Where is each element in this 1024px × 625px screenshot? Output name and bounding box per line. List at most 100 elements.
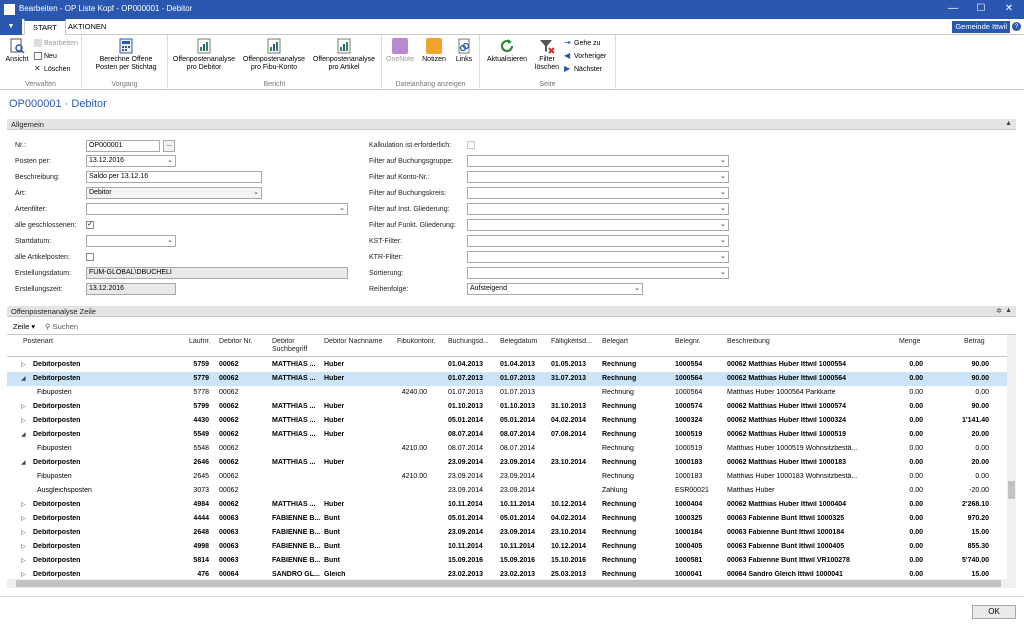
expand-icon[interactable]: ▷ (21, 403, 26, 410)
filter-funkt-field[interactable]: ⌄ (467, 219, 729, 231)
expand-icon[interactable]: ▷ (21, 571, 26, 578)
expand-icon[interactable]: ▷ (21, 501, 26, 508)
art-select[interactable]: Debitor ⌄ (86, 187, 262, 199)
col-betrag[interactable]: Betrag (964, 338, 985, 346)
report-artikel-button[interactable]: Offenpostenanalyse pro Artikel (310, 38, 378, 72)
berechne-button[interactable]: Berechne Offene Posten per Stichtag (90, 38, 162, 72)
filter-loeschen-button[interactable]: Filter löschen (532, 38, 562, 72)
ktr-filter-field[interactable]: ⌄ (467, 251, 729, 263)
sortierung-field[interactable]: ⌄ (467, 267, 729, 279)
cell-belegart: Rechnung (602, 543, 637, 550)
minimize-button[interactable]: — (943, 2, 963, 16)
filter-buchungsgruppe-field[interactable]: ⌄ (467, 155, 729, 167)
col-belegart[interactable]: Belegart (602, 338, 628, 346)
beschreibung-field[interactable]: Saldo per 13.12.16 (86, 171, 262, 183)
close-button[interactable]: ✕ (999, 2, 1019, 16)
posten-per-field[interactable]: 13.12.2016 ⌄ (86, 155, 176, 167)
col-fibukonto[interactable]: Fibukontonr. (397, 338, 436, 346)
app-menu-button[interactable]: ▼ (0, 19, 22, 35)
table-row[interactable]: ▷ Debitorposten 5799 00062 MATTHIAS ... Huber… (7, 400, 1007, 414)
col-laufnr[interactable]: Laufnr. (189, 338, 210, 346)
col-postenart[interactable]: Postenart (23, 338, 53, 346)
table-row[interactable]: ◢ Debitorposten 5779 00062 MATTHIAS ... Huber… (7, 372, 1007, 386)
cell-laufnr: 2645 (193, 473, 209, 480)
artenfilter-field[interactable]: ⌄ (86, 203, 348, 215)
table-row[interactable]: ▷ Debitorposten 4444 00063 FABIENNE B... Bunt… (7, 512, 1007, 526)
settings-icon[interactable]: ✲ (996, 307, 1002, 315)
cell-laufnr: 4430 (193, 417, 209, 424)
alle-artikelposten-checkbox[interactable] (86, 253, 94, 261)
collapse-icon[interactable]: ◢ (21, 375, 26, 382)
report-fibu-button[interactable]: Offenpostenanalyse pro Fibu-Konto (240, 38, 308, 72)
table-row[interactable]: ▷ Debitorposten 2648 00063 FABIENNE B... Bunt… (7, 526, 1007, 540)
tab-aktionen[interactable]: AKTIONEN (60, 19, 114, 35)
startdatum-field[interactable]: ⌄ (86, 235, 176, 247)
cell-betrag: -20.00 (969, 487, 989, 494)
expand-icon[interactable]: ▷ (21, 515, 26, 522)
table-row[interactable]: Fibuposten 5548 00062 4210.00 08.07.2014 08.0… (7, 442, 1007, 456)
col-buchungsdatum[interactable]: Buchungsd... (448, 338, 489, 346)
table-row[interactable]: ▷ Debitorposten 5814 00063 FABIENNE B... Bunt… (7, 554, 1007, 568)
table-row[interactable]: ◢ Debitorposten 2646 00062 MATTHIAS ... Huber… (7, 456, 1007, 470)
table-row[interactable]: ▷ Debitorposten 4998 00063 FABIENNE B... Bunt… (7, 540, 1007, 554)
cell-beschreibung: Matthias Huber 1000564 Parkkarte (727, 389, 836, 396)
col-belegdatum[interactable]: Belegdatum (500, 338, 537, 346)
expand-icon[interactable]: ▷ (21, 557, 26, 564)
alle-geschlossenen-checkbox[interactable]: ✓ (86, 221, 94, 229)
nr-field[interactable]: OP000001 (86, 140, 160, 152)
help-icon[interactable]: ? (1012, 22, 1021, 31)
col-menge[interactable]: Menge (899, 338, 920, 346)
aktualisieren-button[interactable]: Aktualisieren (484, 38, 530, 64)
bearbeiten-button[interactable]: Bearbeiten (34, 39, 78, 48)
col-belegnr[interactable]: Belegnr. (675, 338, 701, 346)
nr-lookup-button[interactable]: ... (163, 140, 175, 152)
neu-button[interactable]: Neu (34, 52, 57, 61)
scroll-thumb[interactable] (1008, 481, 1015, 499)
naechster-button[interactable]: ▶ Nächster (564, 65, 602, 74)
expand-icon[interactable]: ▷ (21, 361, 26, 368)
fasttab-allgemein[interactable]: Allgemein ▲ (7, 119, 1016, 130)
reihenfolge-select[interactable]: Aufsteigend ⌄ (467, 283, 643, 295)
table-row[interactable]: ▷ Debitorposten 4430 00062 MATTHIAS ... Huber… (7, 414, 1007, 428)
expand-icon[interactable]: ▷ (21, 543, 26, 550)
collapse-icon[interactable]: ▲ (1005, 120, 1012, 127)
filter-konto-field[interactable]: ⌄ (467, 171, 729, 183)
kst-filter-field[interactable]: ⌄ (467, 235, 729, 247)
maximize-button[interactable]: ☐ (971, 2, 991, 16)
table-row[interactable]: ▷ Debitorposten 4984 00062 MATTHIAS ... Huber… (7, 498, 1007, 512)
ok-button[interactable]: OK (972, 605, 1016, 619)
gehe-zu-button[interactable]: ⇥ Gehe zu (564, 39, 600, 48)
table-row[interactable]: Fibuposten 5778 00062 4240.00 01.07.2013 01.0… (7, 386, 1007, 400)
company-badge[interactable]: Gemeinde Ittwil (952, 21, 1010, 33)
onenote-button[interactable]: OneNote (386, 38, 414, 64)
col-nachname[interactable]: Debitor Nachname (324, 338, 382, 346)
collapse-icon[interactable]: ◢ (21, 431, 26, 438)
vorheriger-button[interactable]: ◀ Vorheriger (564, 52, 606, 61)
fasttab-zeile[interactable]: Offenpostenanalyse Zeile ✲ ▲ (7, 306, 1016, 317)
table-row[interactable]: ▷ Debitorposten 5759 00062 MATTHIAS ... Huber… (7, 358, 1007, 372)
zeile-menu-button[interactable]: Zeile ▾ (13, 322, 35, 331)
expand-icon[interactable]: ▷ (21, 417, 26, 424)
filter-buchungskreis-field[interactable]: ⌄ (467, 187, 729, 199)
filter-inst-field[interactable]: ⌄ (467, 203, 729, 215)
collapse-icon[interactable]: ▲ (1005, 307, 1012, 314)
table-row[interactable]: Ausgleichsposten 3073 00062 23.09.2014 23.09… (7, 484, 1007, 498)
col-faelligkeit[interactable]: Fälligkeitsd... (551, 338, 592, 346)
ansicht-button[interactable]: Ansicht (4, 38, 30, 64)
loeschen-button[interactable]: ✕ Löschen (34, 65, 70, 74)
table-row[interactable]: ◢ Debitorposten 5549 00062 MATTHIAS ... Huber… (7, 428, 1007, 442)
collapse-icon[interactable]: ◢ (21, 459, 26, 466)
expand-icon[interactable]: ▷ (21, 529, 26, 536)
naechster-label: Nächster (574, 66, 603, 73)
table-row[interactable]: Fibuposten 2645 00062 4210.00 23.09.2014 23.0… (7, 470, 1007, 484)
col-debitor-nr[interactable]: Debitor Nr. (219, 338, 252, 346)
search-button[interactable]: ⚲ Suchen (45, 322, 78, 331)
vertical-scrollbar[interactable] (1007, 335, 1016, 588)
horizontal-scrollbar[interactable] (7, 579, 1007, 588)
scroll-thumb[interactable] (16, 580, 1001, 587)
notizen-button[interactable]: Notizen (420, 38, 448, 64)
col-beschreibung[interactable]: Beschreibung (727, 338, 770, 346)
col-suchbegriff[interactable]: Debitor Suchbegriff (272, 338, 316, 354)
links-button[interactable]: Links (452, 38, 476, 64)
report-debitor-button[interactable]: Offenpostenanalyse pro Debitor (170, 38, 238, 72)
